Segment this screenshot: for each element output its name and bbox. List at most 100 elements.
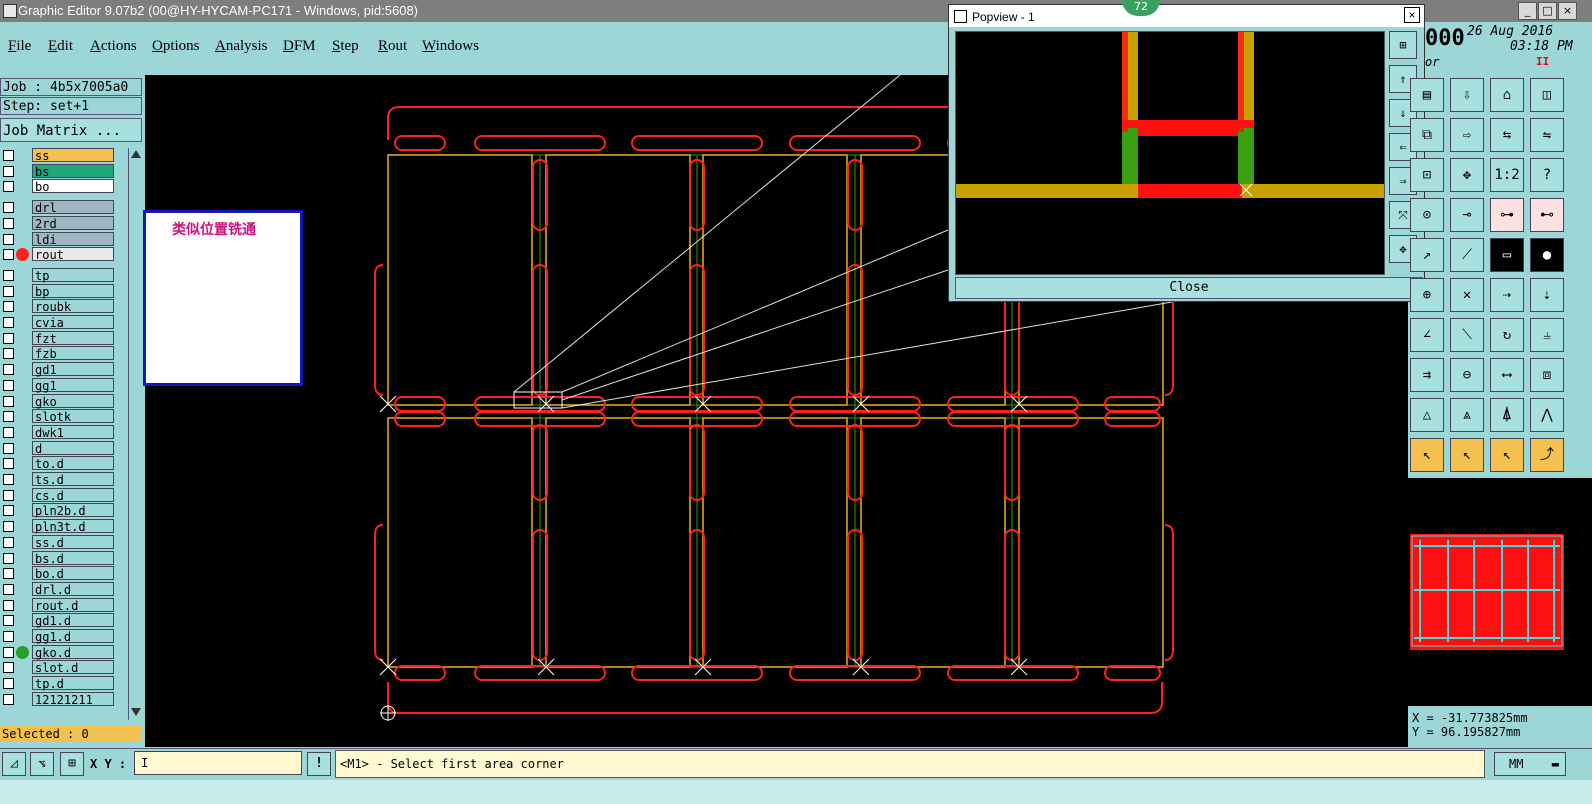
move-icon[interactable]: ⇩ [1450,78,1484,112]
layer-checkbox[interactable] [3,458,14,470]
node-alt-icon[interactable]: ⇣ [1530,278,1564,312]
layer-checkbox[interactable] [3,217,14,229]
layer-row-slot-d[interactable]: slot.d [0,660,116,675]
layer-row-rout[interactable]: rout [0,247,116,262]
layer-row-gd1-d[interactable]: gd1.d [0,613,116,628]
layer-checkbox[interactable] [3,364,14,376]
menu-step[interactable]: Step [332,38,359,55]
layer-checkbox[interactable] [3,426,14,438]
node-icon[interactable]: ⇢ [1490,278,1524,312]
layer-checkbox[interactable] [3,631,14,642]
layer-checkbox[interactable] [3,693,14,705]
mirror-icon[interactable]: ⇆ [1490,118,1524,152]
select-alt-icon[interactable]: ↖ [1450,438,1484,472]
layer-scrollbar[interactable] [128,148,143,720]
angle-icon[interactable]: ∠ [1410,318,1444,352]
unit-selector[interactable]: MM ▬ [1494,752,1566,776]
layer-checkbox[interactable] [3,646,14,658]
layer-checkbox[interactable] [3,552,14,564]
layer-row-fzb[interactable]: fzb [0,346,116,361]
window-icon[interactable]: ◫ [1530,78,1564,112]
layer-checkbox[interactable] [3,395,14,407]
layer-row-12121211[interactable]: 12121211 [0,691,116,707]
layer-checkbox[interactable] [3,411,14,423]
layer-checkbox[interactable] [3,249,14,261]
layer-row-bo-d[interactable]: bo.d [0,566,116,581]
restore-icon[interactable]: □ [1538,2,1557,20]
popview-close-icon[interactable]: × [1404,7,1420,23]
layer-checkbox[interactable] [3,474,14,485]
ratio-icon[interactable]: 1:2 [1490,158,1524,192]
layer-row-d[interactable]: d [0,440,116,456]
menu-edit[interactable]: Edit [48,38,73,55]
grid-icon[interactable]: ⊞ [60,752,84,776]
layer-checkbox[interactable] [3,442,14,454]
layer-row-bs[interactable]: bs [0,163,116,179]
layer-row-gko-d[interactable]: gko.d [0,644,116,660]
layer-checkbox[interactable] [3,233,14,245]
menu-file[interactable]: File [8,38,31,55]
layer-checkbox[interactable] [3,379,14,391]
layer-checkbox[interactable] [3,505,14,517]
help-icon[interactable]: ? [1530,158,1564,192]
scroll-down-icon[interactable] [131,708,141,716]
segment-icon[interactable]: ⊖ [1450,358,1484,392]
layer-row-ss-d[interactable]: ss.d [0,534,116,550]
layer-checkbox[interactable] [3,269,14,281]
net-alt-icon[interactable]: ⊷ [1530,198,1564,232]
layer-checkbox[interactable] [3,678,14,690]
select-icon[interactable]: ↖ [1410,438,1444,472]
window-close-icon[interactable]: × [1558,2,1577,20]
layer-row-slotk[interactable]: slotk [0,409,116,424]
resize-icon[interactable]: ⇋ [1530,118,1564,152]
label-icon[interactable]: ⊙ [1410,198,1444,232]
layer-checkbox[interactable] [3,583,14,595]
layer-checkbox[interactable] [3,285,14,297]
drill-icon[interactable]: ⊕ [1410,278,1444,312]
ruler-icon[interactable]: ▭ [1490,238,1524,272]
cross-icon[interactable]: ✕ [1450,278,1484,312]
layer-checkbox[interactable] [3,599,14,611]
layer-row-gg1-d[interactable]: gg1.d [0,629,116,644]
layer-checkbox[interactable] [3,489,14,501]
center-icon[interactable]: ✥ [1450,158,1484,192]
menu-dfm[interactable]: DFM [283,38,316,55]
fill-icon[interactable]: ⧈ [1530,358,1564,392]
menu-options[interactable]: Options [152,38,200,55]
layer-row-drl-d[interactable]: drl.d [0,581,116,597]
layer-row-rout-d[interactable]: rout.d [0,597,116,613]
scroll-up-icon[interactable] [131,150,141,158]
overview-panel[interactable] [1408,478,1592,706]
pv-zoom-in-icon[interactable]: ⊞ [1389,31,1417,59]
menu-windows[interactable]: Windows [422,38,479,55]
layer-checkbox[interactable] [3,348,14,360]
layer-row-pln3t-d[interactable]: pln3t.d [0,519,116,534]
layer-checkbox[interactable] [3,521,14,533]
menu-analysis[interactable]: Analysis [215,38,268,55]
layer-checkbox[interactable] [3,165,14,177]
layer-row-bp[interactable]: bp [0,283,116,299]
layer-checkbox[interactable] [3,332,14,344]
layer-row-ldi[interactable]: ldi [0,231,116,247]
line-icon[interactable]: ⟍ [1450,318,1484,352]
arc-outline-icon[interactable]: ⍋ [1490,398,1524,432]
layer-checkbox[interactable] [3,301,14,313]
layer-checkbox[interactable] [3,150,14,161]
menu-rout[interactable]: Rout [378,38,407,55]
home-icon[interactable]: ⌂ [1490,78,1524,112]
probe-icon[interactable]: ⊸ [1450,198,1484,232]
layer-row-to-d[interactable]: to.d [0,456,116,471]
width-icon[interactable]: ⟷ [1490,358,1524,392]
layer-row-dwk1[interactable]: dwk1 [0,424,116,440]
popview-canvas[interactable] [955,31,1385,275]
layer-row-fzt[interactable]: fzt [0,330,116,346]
layer-row-gko[interactable]: gko [0,393,116,409]
pad-icon[interactable]: ● [1530,238,1564,272]
measure-icon[interactable]: ⦪ [30,752,54,776]
layer-row-ts-d[interactable]: ts.d [0,472,116,487]
minimize-icon[interactable]: _ [1518,2,1537,20]
route-icon[interactable]: ⟋ [1450,238,1484,272]
layer-row-2rd[interactable]: 2rd [0,215,116,231]
layer-checkbox[interactable] [3,317,14,328]
layer-row-gd1[interactable]: gd1 [0,362,116,377]
